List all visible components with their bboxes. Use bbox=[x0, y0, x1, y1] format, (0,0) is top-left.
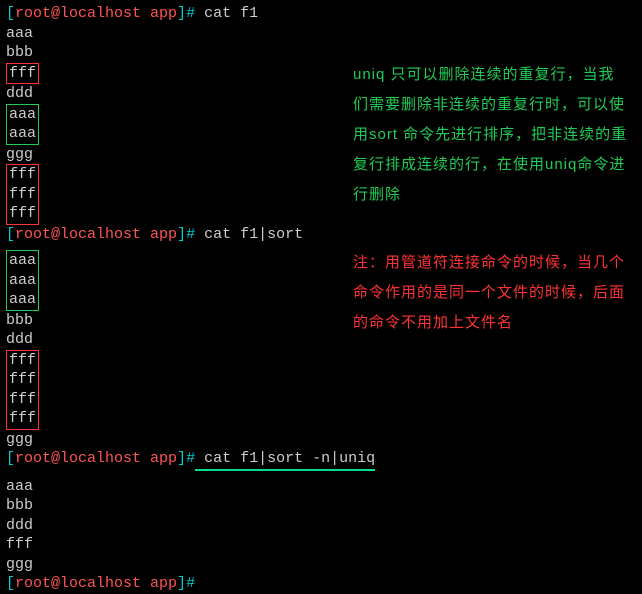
hash: # bbox=[186, 5, 195, 22]
highlight-red: fffffffff bbox=[6, 164, 39, 225]
output-line: ggg bbox=[6, 430, 642, 450]
bracket: ] bbox=[177, 5, 186, 22]
highlight-underline: cat f1|sort -n|uniq bbox=[195, 449, 375, 471]
output-line: ggg bbox=[6, 555, 642, 575]
prompt-line-4[interactable]: [root@localhost app]# bbox=[6, 574, 642, 594]
command: cat f1 bbox=[195, 5, 258, 22]
bracket: [ bbox=[6, 5, 15, 22]
userhost: root@localhost app bbox=[15, 5, 177, 22]
command: cat f1|sort -n|uniq bbox=[195, 450, 375, 467]
output-line: aaa bbox=[6, 477, 642, 497]
prompt-line-1[interactable]: [root@localhost app]# cat f1 bbox=[6, 4, 642, 24]
output-line: bbb bbox=[6, 496, 642, 516]
highlight-red: ffffffffffff bbox=[6, 350, 39, 430]
command: cat f1|sort bbox=[195, 226, 303, 243]
output-line: fff bbox=[6, 535, 642, 555]
output-line: aaa bbox=[6, 24, 642, 44]
highlight-green: aaaaaaaaa bbox=[6, 250, 39, 311]
prompt-line-3[interactable]: [root@localhost app]# cat f1|sort -n|uni… bbox=[6, 449, 642, 471]
highlight-green: aaaaaa bbox=[6, 104, 39, 145]
output-line: ddd bbox=[6, 516, 642, 536]
highlight-red: fff bbox=[6, 63, 39, 85]
annotation-green: uniq 只可以删除连续的重复行，当我们需要删除非连续的重复行时，可以使用sor… bbox=[353, 60, 628, 210]
prompt-line-2[interactable]: [root@localhost app]# cat f1|sort bbox=[6, 225, 642, 245]
annotation-red: 注：用管道符连接命令的时候，当几个命令作用的是同一个文件的时候，后面的命令不用加… bbox=[353, 248, 628, 338]
